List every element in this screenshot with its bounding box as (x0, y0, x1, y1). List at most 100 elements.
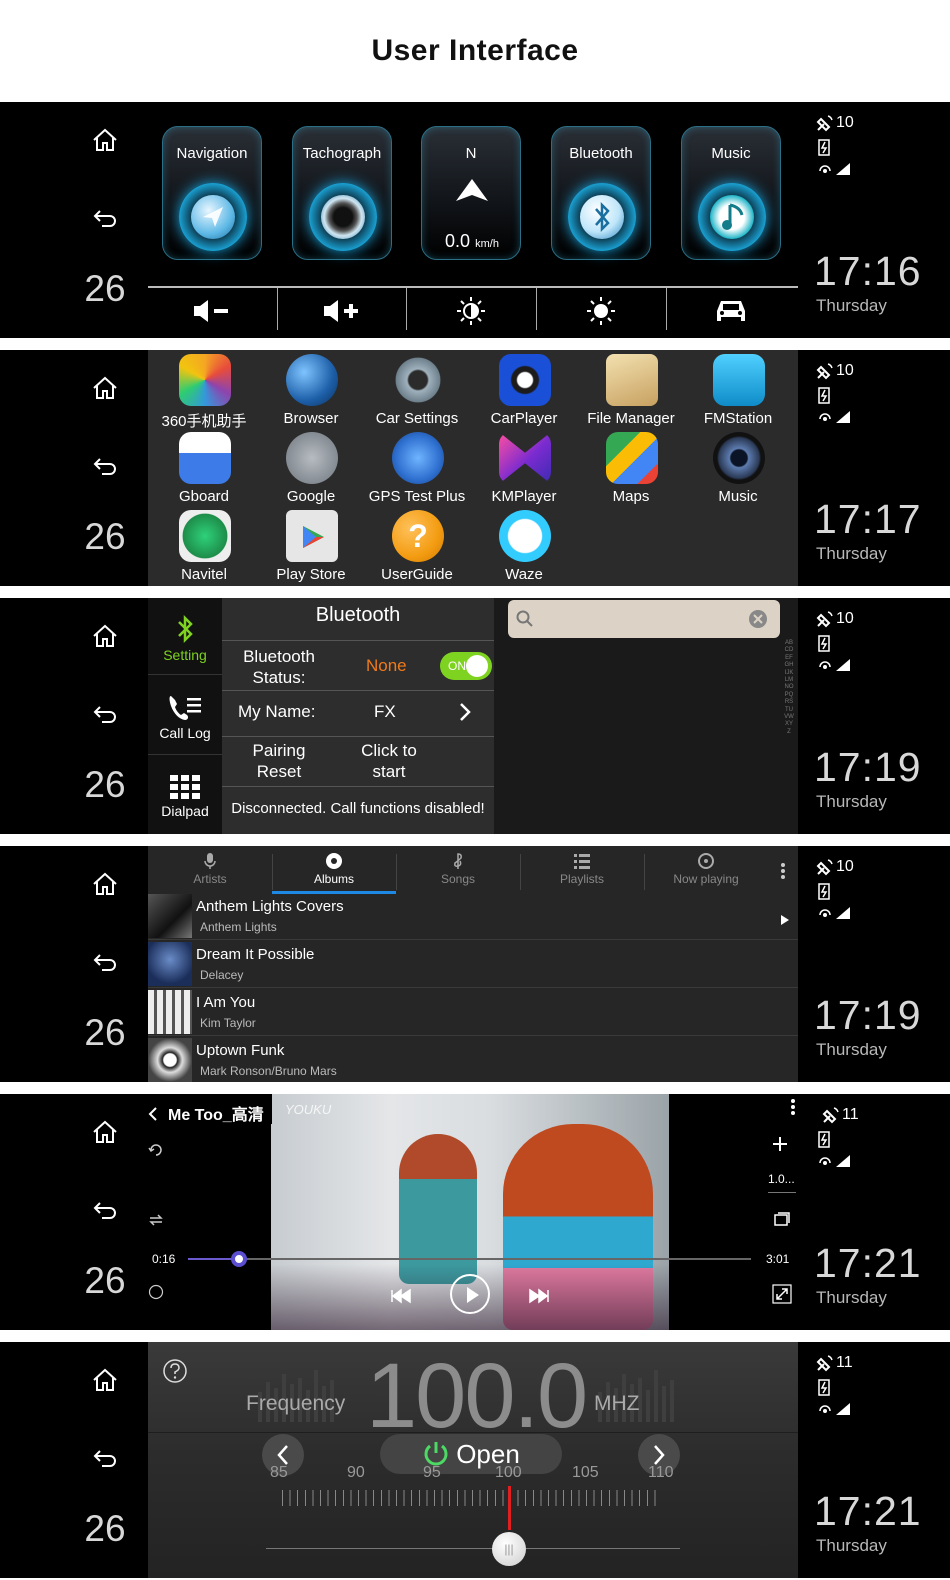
play-button[interactable] (450, 1274, 490, 1314)
call-log-icon (169, 696, 201, 720)
app-user-guide[interactable]: ? UserGuide (363, 508, 471, 586)
app-browser[interactable]: Browser (257, 352, 365, 430)
tuning-slider-knob[interactable]: ||| (492, 1532, 526, 1566)
name-value[interactable]: FX (374, 702, 396, 722)
app-gboard[interactable]: Gboard (150, 430, 258, 508)
list-icon (574, 854, 590, 869)
app-play-store[interactable]: Play Store (257, 508, 365, 586)
tab-albums[interactable]: Albums (272, 846, 396, 894)
volume-down-button[interactable] (147, 288, 277, 334)
app-car-settings[interactable]: Car Settings (363, 352, 471, 430)
back-icon[interactable] (92, 208, 118, 228)
back-icon[interactable] (92, 456, 118, 476)
repeat-icon[interactable] (148, 1212, 164, 1228)
fullscreen-icon[interactable] (772, 1284, 792, 1304)
sidebar-item-dialpad[interactable]: Dialpad (148, 774, 222, 819)
compass-tile[interactable]: N 0.0 km/h (421, 126, 521, 260)
home-icon[interactable] (92, 1368, 118, 1392)
app-fmstation[interactable]: FMStation (684, 352, 792, 430)
app-kmplayer[interactable]: KMPlayer (470, 430, 578, 508)
music-library: Artists Albums Songs Playlists Now playi… (148, 846, 798, 1082)
car-button[interactable] (666, 288, 796, 334)
volume-up-button[interactable] (277, 288, 407, 334)
tab-artists[interactable]: Artists (148, 846, 272, 894)
search-input[interactable] (508, 600, 780, 638)
album-art (148, 990, 192, 1034)
home-icon[interactable] (92, 1120, 118, 1144)
help-icon[interactable] (162, 1358, 188, 1384)
tuning-scale[interactable] (282, 1490, 662, 1506)
browser-globe-icon (286, 354, 338, 406)
play-icon (467, 1287, 479, 1303)
back-arrow-icon[interactable] (148, 1106, 158, 1122)
weekday: Thursday (816, 1288, 887, 1307)
clock: 17:21 (814, 1240, 922, 1286)
pairing-start-button[interactable]: Click to start (344, 740, 434, 782)
list-item[interactable]: Uptown Funk Mark Ronson/Bruno Mars (148, 1036, 798, 1082)
play-indicator-icon (781, 915, 789, 925)
app-360-assistant[interactable]: 360手机助手 (150, 352, 258, 430)
home-icon[interactable] (92, 624, 118, 648)
status-panel: 10 17:16 Thursday (800, 102, 950, 338)
overflow-menu-icon[interactable] (790, 1098, 796, 1116)
music-tile[interactable]: Music (681, 126, 781, 260)
tab-playlists[interactable]: Playlists (520, 846, 644, 894)
list-item[interactable]: Anthem Lights Covers Anthem Lights (148, 892, 798, 940)
bluetooth-tile[interactable]: Bluetooth (551, 126, 651, 260)
home-screen: 26 Navigation Tachograph N 0.0 km/h Blue… (0, 102, 950, 338)
fast-forward-icon[interactable] (528, 1288, 550, 1304)
album-title: I Am You (196, 994, 256, 1011)
home-icon[interactable] (92, 872, 118, 896)
speed-value: 0.0 (445, 231, 471, 251)
rotate-icon[interactable] (148, 1142, 164, 1158)
home-icon[interactable] (92, 376, 118, 400)
status-panel: 10 17:17 Thursday (800, 350, 950, 586)
replay-icon[interactable] (148, 1284, 164, 1300)
playback-speed[interactable]: 1.0... (768, 1172, 795, 1186)
chevron-right-icon (654, 1445, 665, 1465)
alphabet-index[interactable]: ABCDEFGHIJKLMNOPQRSTUVWXYZ (784, 640, 794, 736)
add-icon[interactable] (772, 1136, 788, 1152)
app-grid: 360手机助手 Browser Car Settings CarPlayer F… (148, 350, 798, 586)
progress-knob[interactable] (230, 1251, 247, 1267)
tachograph-tile[interactable]: Tachograph (292, 126, 392, 260)
disc-icon (326, 853, 342, 869)
back-icon[interactable] (92, 952, 118, 972)
tab-label: Playlists (559, 872, 604, 886)
navigation-tile[interactable]: Navigation (162, 126, 262, 260)
network-indicator (818, 1154, 851, 1168)
app-waze[interactable]: Waze (470, 508, 578, 586)
list-item[interactable]: Dream It Possible Delacey (148, 940, 798, 988)
rail-number: 26 (84, 1012, 126, 1053)
back-icon[interactable] (92, 1448, 118, 1468)
app-gps-test-plus[interactable]: GPS Test Plus (363, 430, 471, 508)
tab-songs[interactable]: Songs (396, 846, 520, 894)
power-open-button[interactable]: Open (380, 1434, 562, 1474)
app-carplayer[interactable]: CarPlayer (470, 352, 578, 430)
back-icon[interactable] (92, 1200, 118, 1220)
rewind-icon[interactable] (390, 1288, 412, 1304)
list-item[interactable]: I Am You Kim Taylor (148, 988, 798, 1036)
status-panel: 10 17:19 Thursday (800, 598, 950, 834)
back-icon[interactable] (92, 704, 118, 724)
chevron-right-icon[interactable] (458, 702, 472, 722)
app-google[interactable]: Google (257, 430, 365, 508)
app-navitel[interactable]: Navitel (150, 508, 258, 586)
sidebar-item-call-log[interactable]: Call Log (148, 694, 222, 741)
brightness-up-button[interactable] (536, 288, 666, 334)
sidebar-item-setting[interactable]: Setting (148, 614, 222, 663)
tab-now-playing[interactable]: Now playing (644, 846, 768, 894)
bluetooth-toggle[interactable]: ON (440, 652, 492, 680)
app-file-manager[interactable]: File Manager (577, 352, 685, 430)
clear-icon[interactable] (748, 609, 768, 629)
overflow-menu-icon[interactable] (780, 862, 786, 880)
brightness-down-button[interactable] (406, 288, 536, 334)
app-music[interactable]: Music (684, 430, 792, 508)
home-icon[interactable] (92, 128, 118, 152)
status-label: Bluetooth Status: (243, 647, 315, 687)
progress-track[interactable] (188, 1251, 751, 1267)
gear-icon (392, 354, 444, 406)
clock: 17:21 (814, 1488, 922, 1534)
app-maps[interactable]: Maps (577, 430, 685, 508)
screenshot-icon[interactable] (772, 1210, 790, 1228)
